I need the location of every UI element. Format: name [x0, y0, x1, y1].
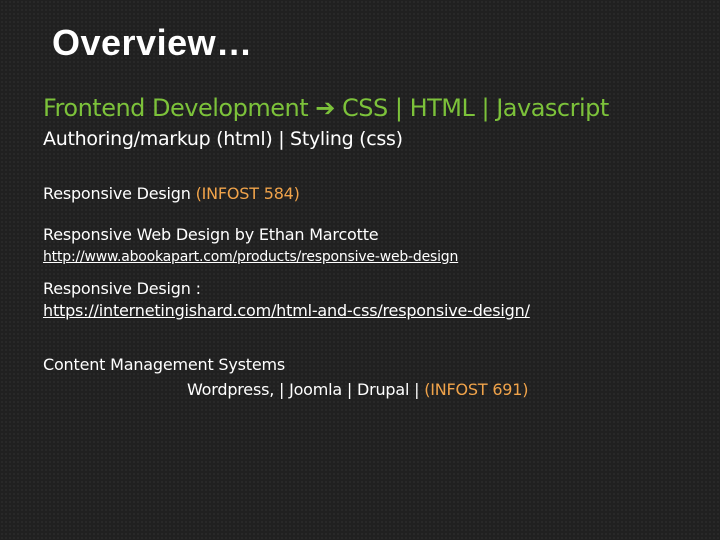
responsive-design-line: Responsive Design (INFOST 584)	[43, 184, 703, 203]
slide-title: Overview…	[52, 22, 253, 63]
responsive-design-2-label: Responsive Design :	[43, 279, 201, 298]
book-title: Responsive Web Design by Ethan Marcotte	[43, 225, 379, 244]
slide-body: Frontend Development ➔ CSS | HTML | Java…	[43, 94, 703, 399]
subheading: Authoring/markup (html) | Styling (css)	[43, 128, 403, 150]
responsive-design-course: (INFOST 584)	[195, 184, 300, 203]
responsive-design-label: Responsive Design	[43, 184, 191, 203]
cms-line: Wordpress, | Joomla | Drupal | (INFOST 6…	[43, 380, 703, 399]
slide: Overview… Frontend Development ➔ CSS | H…	[0, 0, 720, 540]
cms-course: (INFOST 691)	[424, 380, 529, 399]
cms-label: Content Management Systems	[43, 355, 286, 374]
internetingishard-link[interactable]: https://internetingishard.com/html-and-c…	[43, 301, 530, 320]
heading-right: CSS | HTML | Javascript	[342, 94, 609, 122]
right-arrow-icon: ➔	[315, 94, 335, 122]
cms-list: Wordpress, | Joomla | Drupal |	[187, 380, 420, 399]
frontend-heading: Frontend Development ➔ CSS | HTML | Java…	[43, 94, 703, 122]
heading-left: Frontend Development	[43, 94, 309, 122]
book-link[interactable]: http://www.abookapart.com/products/respo…	[43, 249, 458, 265]
